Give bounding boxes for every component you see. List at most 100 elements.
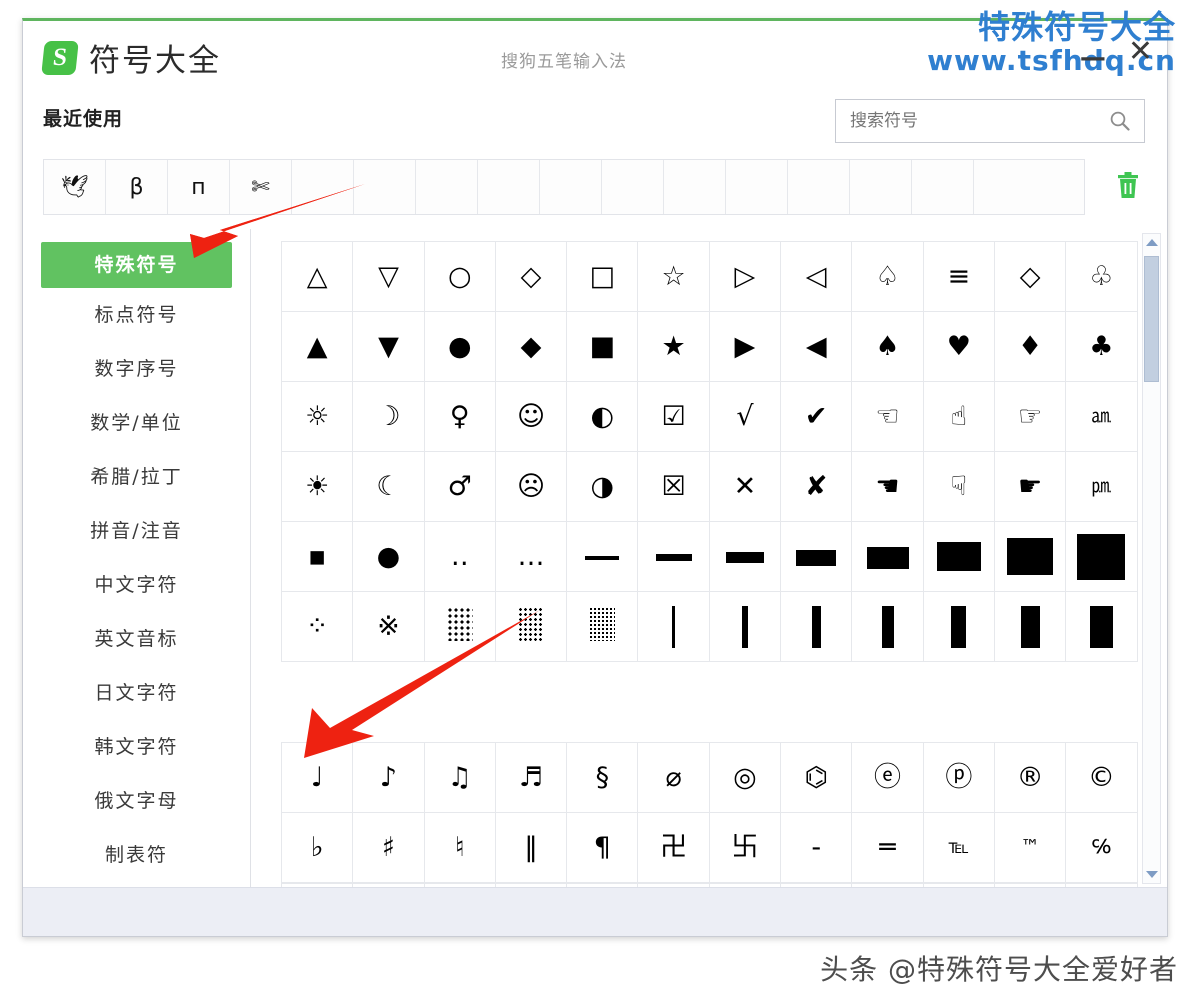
recent-symbol-cell[interactable] [540, 160, 602, 214]
symbol-cell[interactable]: 卐 [709, 813, 780, 883]
recent-symbol-cell[interactable]: 🕊 [44, 160, 106, 214]
symbol-cell[interactable]: ※ [353, 592, 424, 662]
recent-symbol-cell[interactable]: ✄ [230, 160, 292, 214]
sidebar-item-1[interactable]: 标点符号 [23, 288, 250, 342]
symbol-cell[interactable] [567, 522, 638, 592]
symbol-cell[interactable] [638, 522, 709, 592]
scrollbar-thumb[interactable] [1144, 256, 1159, 382]
symbol-cell[interactable] [923, 592, 994, 662]
symbol-cell[interactable]: ◆ [495, 312, 566, 382]
symbol-cell[interactable]: ♭ [282, 813, 353, 883]
symbol-cell[interactable]: ♬ [495, 743, 566, 813]
symbol-cell[interactable]: ♦ [994, 312, 1065, 382]
recent-symbol-cell[interactable] [602, 160, 664, 214]
symbol-cell[interactable]: ✔ [781, 382, 852, 452]
recent-symbol-cell[interactable] [354, 160, 416, 214]
symbol-cell[interactable] [1066, 522, 1137, 592]
symbol-cell[interactable]: ═ [852, 813, 923, 883]
symbol-cell[interactable]: ▪ [282, 522, 353, 592]
symbol-cell[interactable]: ♠ [852, 312, 923, 382]
symbol-cell[interactable]: ✕ [709, 452, 780, 522]
symbol-cell[interactable]: 卍 [638, 813, 709, 883]
symbol-cell[interactable]: ☹ [495, 452, 566, 522]
symbol-cell[interactable]: ☺ [495, 382, 566, 452]
sidebar-item-11[interactable]: 制表符 [23, 828, 250, 882]
symbol-cell[interactable]: ㏘ [1066, 452, 1137, 522]
symbol-cell[interactable]: ♀ [424, 382, 495, 452]
symbol-cell[interactable]: □ [567, 242, 638, 312]
recent-symbol-cell[interactable] [664, 160, 726, 214]
symbol-cell[interactable]: § [567, 743, 638, 813]
vertical-scrollbar[interactable] [1142, 233, 1161, 884]
search-icon[interactable] [1108, 109, 1132, 133]
symbol-cell[interactable] [852, 592, 923, 662]
recent-symbol-cell[interactable] [292, 160, 354, 214]
symbol-cell[interactable]: ◇ [994, 242, 1065, 312]
symbol-cell[interactable]: ◁ [781, 242, 852, 312]
sidebar-item-10[interactable]: 俄文字母 [23, 774, 250, 828]
symbol-cell[interactable]: ◎ [709, 743, 780, 813]
symbol-cell[interactable] [852, 522, 923, 592]
scroll-down-button[interactable] [1143, 866, 1160, 883]
symbol-cell[interactable]: ☼ [282, 382, 353, 452]
trash-icon[interactable] [1115, 171, 1141, 201]
symbol-cell[interactable]: ‐ [781, 813, 852, 883]
close-button[interactable]: ✕ [1128, 37, 1153, 67]
symbol-cell[interactable] [781, 522, 852, 592]
symbol-cell[interactable]: ‥ [424, 522, 495, 592]
symbol-cell[interactable]: ▲ [282, 312, 353, 382]
symbol-cell[interactable] [638, 592, 709, 662]
symbol-cell[interactable]: ♪ [353, 743, 424, 813]
symbol-cell[interactable]: ✘ [781, 452, 852, 522]
symbol-cell[interactable]: ⌀ [638, 743, 709, 813]
symbol-cell[interactable]: ▶ [709, 312, 780, 382]
symbol-cell[interactable]: ☜ [852, 382, 923, 452]
symbol-cell[interactable] [495, 592, 566, 662]
sidebar-item-2[interactable]: 数字序号 [23, 342, 250, 396]
symbol-cell[interactable]: ℅ [1066, 813, 1137, 883]
sidebar-item-9[interactable]: 韩文字符 [23, 720, 250, 774]
sidebar-item-7[interactable]: 英文音标 [23, 612, 250, 666]
recent-symbol-cell[interactable] [788, 160, 850, 214]
symbol-cell[interactable] [994, 592, 1065, 662]
symbol-cell[interactable] [424, 592, 495, 662]
search-box[interactable] [835, 99, 1145, 143]
symbol-cell[interactable]: ♤ [852, 242, 923, 312]
symbol-cell[interactable]: ■ [567, 312, 638, 382]
symbol-cell[interactable]: ☽ [353, 382, 424, 452]
sidebar-item-4[interactable]: 希腊/拉丁 [23, 450, 250, 504]
symbol-cell[interactable]: ♫ [424, 743, 495, 813]
symbol-cell[interactable] [923, 522, 994, 592]
symbol-cell[interactable]: ▷ [709, 242, 780, 312]
recent-symbol-cell[interactable] [850, 160, 912, 214]
symbol-cell[interactable]: ≡ [923, 242, 994, 312]
symbol-cell[interactable]: ☟ [923, 452, 994, 522]
symbol-cell[interactable]: ♧ [1066, 242, 1137, 312]
symbol-cell[interactable] [994, 522, 1065, 592]
symbol-cell[interactable]: ♮ [424, 813, 495, 883]
symbol-cell[interactable]: ☝ [923, 382, 994, 452]
sidebar-item-0[interactable]: 特殊符号 [41, 242, 232, 288]
symbol-cell[interactable]: ☾ [353, 452, 424, 522]
symbol-cell[interactable]: … [495, 522, 566, 592]
symbol-cell[interactable]: © [1066, 743, 1137, 813]
symbol-cell[interactable]: ♯ [353, 813, 424, 883]
symbol-cell[interactable] [567, 592, 638, 662]
symbol-cell[interactable]: ● [424, 312, 495, 382]
symbol-cell[interactable] [1066, 592, 1137, 662]
symbol-cell[interactable]: ☞ [994, 382, 1065, 452]
recent-symbol-cell[interactable] [726, 160, 788, 214]
symbol-cell[interactable]: ♂ [424, 452, 495, 522]
sidebar-item-6[interactable]: 中文字符 [23, 558, 250, 612]
recent-symbol-cell[interactable] [974, 160, 1036, 214]
symbol-cell[interactable]: ☒ [638, 452, 709, 522]
search-input[interactable] [848, 110, 1108, 132]
recent-symbol-cell[interactable]: β [106, 160, 168, 214]
sidebar-item-3[interactable]: 数学/单位 [23, 396, 250, 450]
symbol-cell[interactable]: ★ [638, 312, 709, 382]
symbol-cell[interactable] [709, 592, 780, 662]
symbol-cell[interactable]: ℡ [923, 813, 994, 883]
symbol-cell[interactable]: ◑ [567, 452, 638, 522]
symbol-cell[interactable]: ⁘ [282, 592, 353, 662]
scroll-up-button[interactable] [1143, 234, 1160, 251]
